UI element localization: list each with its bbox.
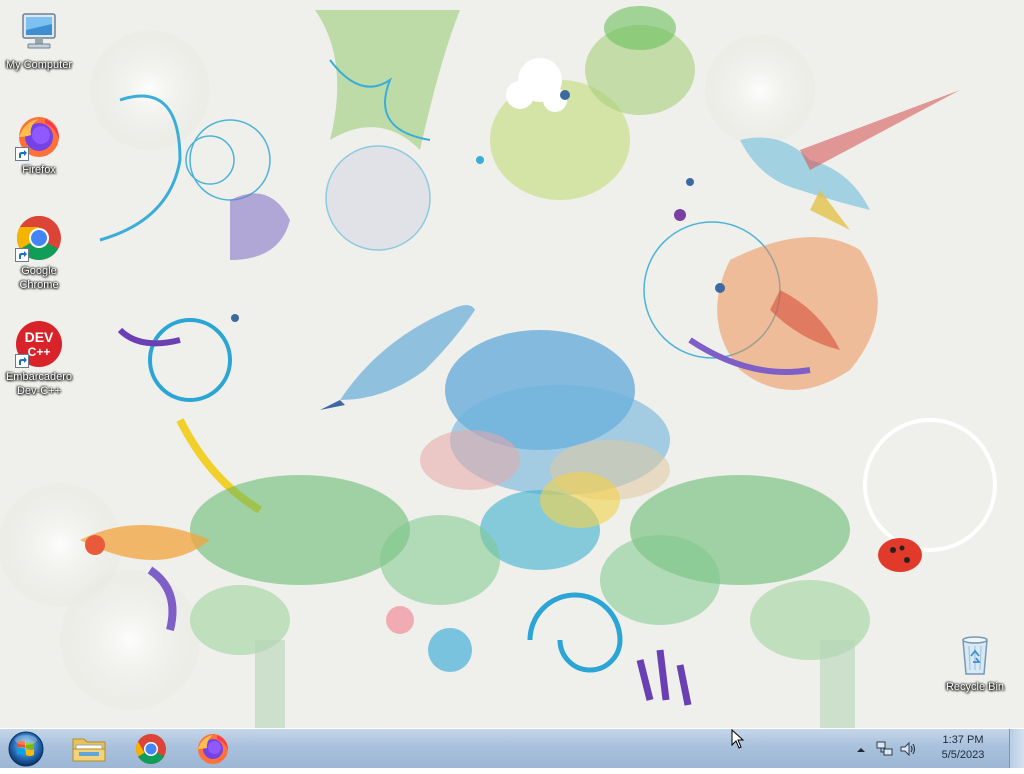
clock[interactable]: 1:37 PM 5/5/2023 [928,733,998,763]
desktop-icon-recycle-bin[interactable]: Recycle Bin [937,630,1013,694]
firefox-icon [198,734,228,764]
desktop-icon-label: Recycle Bin [945,681,1005,693]
mouse-cursor-icon [731,729,745,749]
desktop-icon-google-chrome[interactable]: Google Chrome [1,214,77,292]
volume-icon[interactable] [899,740,917,763]
devcpp-logo-text: DEV [25,329,54,345]
wallpaper [0,0,1024,728]
desktop-icon-label: Google Chrome [19,265,59,291]
show-desktop-button[interactable] [1009,729,1024,768]
windows-logo-icon [8,731,44,767]
desktop-icon-label: Embarcadero Dev-C++ [5,371,73,397]
shortcut-arrow-icon [15,147,29,161]
folder-icon [72,738,106,762]
show-hidden-icons-icon[interactable] [856,742,866,760]
clock-time: 1:37 PM [942,734,984,746]
desktop-icon-devcpp[interactable]: DEV C++ Embarcadero Dev-C++ [1,320,77,398]
computer-icon [15,8,63,56]
desktop-icon-label: Firefox [22,164,56,176]
clock-date: 5/5/2023 [941,749,985,761]
desktop[interactable]: My Computer Firefox Google Chrome DEV C+… [0,0,1024,728]
shortcut-arrow-icon [15,354,29,368]
system-tray: 1:37 PM 5/5/2023 [854,729,1024,769]
chrome-icon [15,214,63,262]
chrome-icon [135,734,166,765]
desktop-icon-firefox[interactable]: Firefox [1,113,77,177]
desktop-icon-label: My Computer [5,59,73,71]
network-icon[interactable] [876,740,894,763]
taskbar-file-explorer[interactable] [62,731,116,767]
devcpp-logo-text: C++ [28,345,51,359]
shortcut-arrow-icon [15,248,29,262]
taskbar-google-chrome[interactable] [124,731,178,767]
devcpp-icon: DEV C++ [15,320,63,368]
firefox-icon [15,113,63,161]
taskbar: 1:37 PM 5/5/2023 [0,728,1024,768]
start-button[interactable] [4,729,48,769]
recycle-bin-icon [951,630,999,678]
desktop-icon-my-computer[interactable]: My Computer [1,8,77,72]
taskbar-firefox[interactable] [186,731,240,767]
